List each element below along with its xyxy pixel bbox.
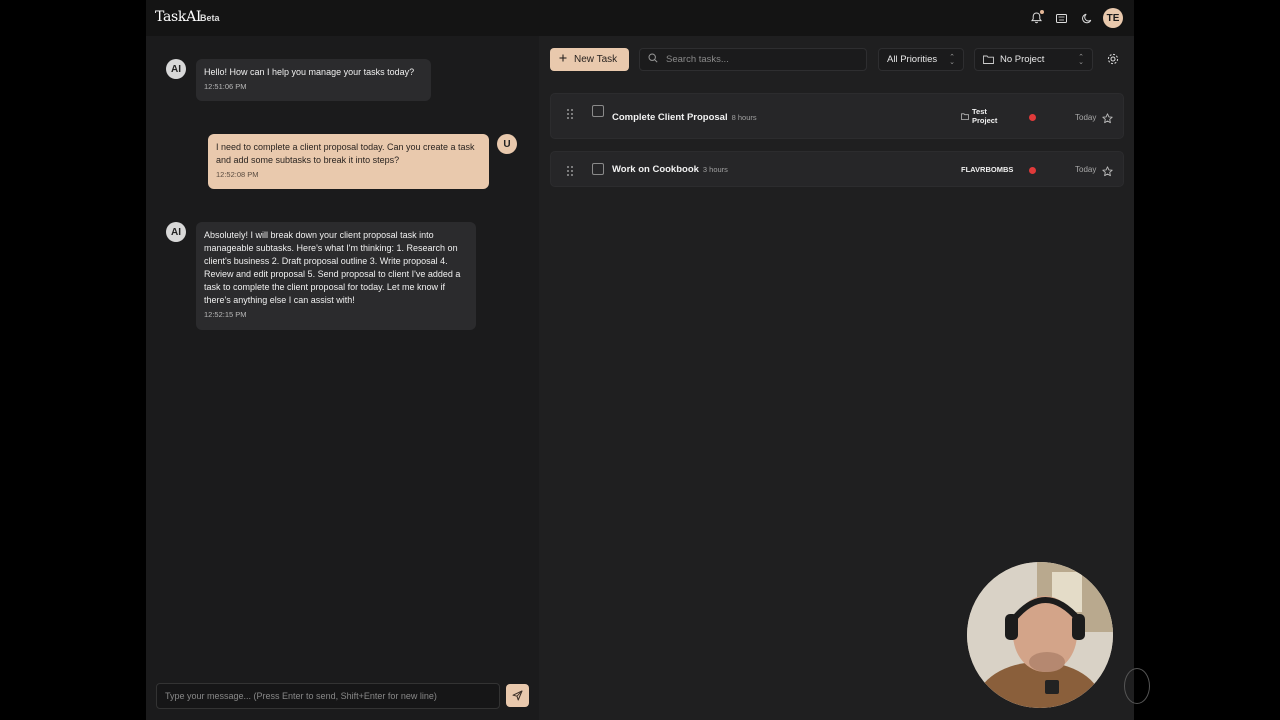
project-filter-value: No Project — [1000, 54, 1045, 65]
chat-panel: AI Hello! How can I help you manage your… — [146, 36, 539, 720]
chevron-updown-icon: ⌃ ⌄ — [949, 54, 955, 66]
project-name: Test Project — [972, 107, 998, 125]
webcam-overlay — [967, 562, 1113, 708]
due-date: Today — [1075, 165, 1097, 174]
bell-icon[interactable] — [1028, 10, 1044, 26]
new-task-button[interactable]: New Task — [550, 48, 629, 71]
decorative-ring — [1124, 668, 1150, 704]
top-bar: TaskAI Beta TE — [146, 0, 1134, 36]
project-name: FLAVRBOMBS — [961, 165, 1014, 174]
chevron-updown-icon: ⌃ ⌄ — [1078, 54, 1084, 66]
task-checkbox[interactable] — [592, 163, 604, 175]
task-row[interactable]: Complete Client Proposal 8 hours Test Pro… — [550, 93, 1124, 139]
ai-avatar: AI — [166, 59, 186, 79]
task-title[interactable]: Complete Client Proposal 8 hours — [612, 112, 757, 123]
priority-filter[interactable]: All Priorities ⌃ ⌄ — [878, 48, 964, 71]
star-icon[interactable] — [1102, 111, 1113, 124]
moon-icon[interactable] — [1079, 10, 1095, 26]
task-duration: 3 hours — [702, 165, 728, 174]
message-input[interactable]: Type your message... (Press Enter to sen… — [156, 683, 500, 709]
priority-indicator — [1029, 167, 1036, 174]
send-icon — [512, 690, 523, 701]
folder-icon — [961, 113, 969, 125]
chat-message-ai: Hello! How can I help you manage your ta… — [196, 59, 431, 101]
priority-filter-value: All Priorities — [887, 54, 938, 65]
star-icon[interactable] — [1102, 164, 1113, 177]
user-avatar[interactable]: TE — [1103, 8, 1123, 28]
folder-icon — [983, 55, 994, 64]
chat-message-ai: Absolutely! I will break down your clien… — [196, 222, 476, 330]
chat-message-user: I need to complete a client proposal tod… — [208, 134, 489, 189]
message-text: Hello! How can I help you manage your ta… — [204, 67, 415, 77]
task-title-text: Work on Cookbook — [612, 164, 699, 175]
app-logo: TaskAI — [155, 9, 202, 25]
due-date: Today — [1075, 113, 1097, 122]
project-filter[interactable]: No Project ⌃ ⌄ — [974, 48, 1093, 71]
drag-handle-icon[interactable] — [565, 107, 575, 119]
send-button[interactable] — [506, 684, 529, 707]
message-timestamp: 12:52:15 PM — [204, 310, 247, 319]
user-avatar-chat: U — [497, 134, 517, 154]
message-text: Absolutely! I will break down your clien… — [204, 230, 461, 305]
task-row[interactable]: Work on Cookbook 3 hours FLAVRBOMBS Today — [550, 151, 1124, 187]
drag-handle-icon[interactable] — [565, 164, 575, 176]
presenter-image — [967, 562, 1113, 708]
task-title-text: Complete Client Proposal — [612, 112, 728, 123]
project-chip: Test Project — [961, 107, 1021, 125]
search-placeholder: Search tasks... — [666, 54, 729, 65]
search-input[interactable]: Search tasks... — [639, 48, 867, 71]
beta-badge: Beta — [200, 13, 220, 23]
message-timestamp: 12:52:08 PM — [216, 170, 259, 179]
message-timestamp: 12:51:06 PM — [204, 82, 247, 91]
plus-icon — [559, 54, 567, 65]
task-duration: 8 hours — [731, 113, 757, 122]
keyboard-icon[interactable] — [1053, 10, 1069, 26]
gear-icon[interactable] — [1106, 52, 1120, 66]
task-title[interactable]: Work on Cookbook 3 hours — [612, 164, 728, 175]
new-task-label: New Task — [574, 54, 618, 65]
notification-dot — [1040, 10, 1044, 14]
priority-indicator — [1029, 114, 1036, 121]
task-checkbox[interactable] — [592, 105, 604, 117]
ai-avatar: AI — [166, 222, 186, 242]
message-text: I need to complete a client proposal tod… — [216, 142, 475, 165]
search-icon — [648, 53, 658, 66]
